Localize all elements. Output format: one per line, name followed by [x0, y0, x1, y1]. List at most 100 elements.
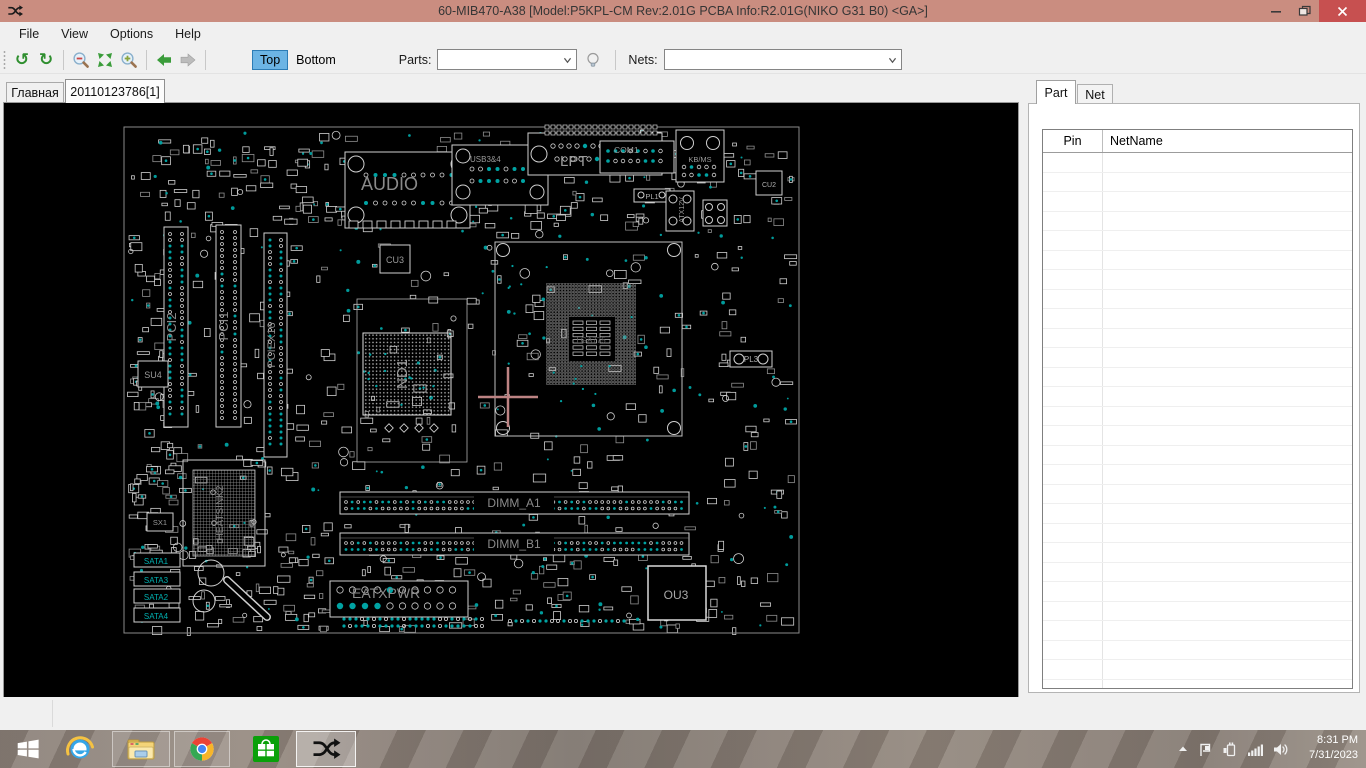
zoom-in-icon	[121, 51, 137, 68]
restore-button[interactable]	[1290, 0, 1319, 22]
clock-date: 7/31/2023	[1309, 749, 1358, 761]
board-label: PL3	[744, 355, 759, 364]
board-label: SX1	[153, 518, 167, 527]
table-row	[1043, 289, 1352, 309]
nav-forward-button[interactable]	[176, 48, 200, 72]
board-label: SU4	[144, 370, 162, 380]
tab-net[interactable]: Net	[1077, 84, 1113, 104]
table-row	[1043, 309, 1352, 329]
table-row	[1043, 543, 1352, 563]
file-explorer-button[interactable]	[112, 731, 170, 767]
parts-combobox[interactable]	[437, 49, 578, 70]
chevron-down-icon	[888, 57, 896, 64]
clock-time: 8:31 PM	[1317, 734, 1358, 746]
table-row	[1043, 660, 1352, 680]
board-label: USB3&4	[470, 155, 501, 164]
back-arrow-icon	[157, 53, 171, 66]
nets-combobox[interactable]	[663, 49, 902, 70]
zoom-fit-icon	[98, 52, 112, 67]
table-header: Pin NetName	[1043, 130, 1352, 153]
window-title: 60-MIB470-A38 [Model:P5KPL-CM Rev:2.01G …	[438, 4, 928, 18]
tab-boardfile[interactable]: 20110123786[1]	[65, 79, 165, 103]
chevron-down-icon	[564, 57, 572, 64]
close-button[interactable]	[1319, 0, 1366, 22]
start-button[interactable]	[8, 731, 48, 767]
file-explorer-icon	[127, 739, 155, 760]
table-row	[1043, 679, 1352, 688]
network-signal-icon[interactable]	[1247, 742, 1264, 757]
power-icon[interactable]	[1222, 741, 1238, 757]
table-row	[1043, 601, 1352, 621]
menu-options[interactable]: Options	[99, 24, 164, 44]
app-shuffle-icon[interactable]	[7, 3, 23, 19]
rotate-left-icon: ↺	[14, 49, 30, 70]
chrome-icon	[190, 737, 214, 761]
rotate-left-button[interactable]: ↺	[10, 48, 34, 72]
zoom-out-icon	[73, 51, 89, 68]
board-label: SATA2	[144, 593, 169, 602]
chrome-button[interactable]	[174, 731, 230, 767]
table-row	[1043, 270, 1352, 290]
board-label: PCI2	[164, 313, 179, 342]
zoom-in-button[interactable]	[117, 48, 141, 72]
table-row	[1043, 250, 1352, 270]
minimize-button[interactable]	[1261, 0, 1290, 22]
zoom-out-button[interactable]	[69, 48, 93, 72]
column-header-pin: Pin	[1043, 130, 1103, 152]
table-row	[1043, 582, 1352, 602]
highlight-bulb-button[interactable]	[581, 48, 605, 72]
desktop: 60-MIB470-A38 [Model:P5KPL-CM Rev:2.01G …	[0, 0, 1366, 768]
board-label: DIMM_A1	[487, 496, 541, 510]
part-panel-body: Pin NetName	[1028, 103, 1360, 693]
internet-explorer-button[interactable]	[58, 731, 102, 767]
table-row	[1043, 426, 1352, 446]
nav-back-button[interactable]	[152, 48, 176, 72]
table-row	[1043, 192, 1352, 212]
table-row	[1043, 328, 1352, 348]
board-label: PCI1	[216, 312, 231, 341]
table-row	[1043, 153, 1352, 173]
board-label: PL1	[645, 192, 658, 201]
title-bar: 60-MIB470-A38 [Model:P5KPL-CM Rev:2.01G …	[0, 0, 1366, 22]
rotate-right-button[interactable]: ↻	[34, 48, 58, 72]
volume-icon[interactable]	[1273, 742, 1290, 757]
action-center-flag-icon[interactable]	[1198, 742, 1213, 757]
menu-bar: File View Options Help	[0, 22, 1366, 46]
top-side-button[interactable]: Top	[252, 49, 289, 70]
tab-home[interactable]: Главная	[6, 82, 64, 103]
tab-part[interactable]: Part	[1036, 80, 1076, 104]
menu-help[interactable]: Help	[164, 24, 212, 44]
side-panel: Part Net Pin NetName	[1022, 74, 1366, 697]
menu-view[interactable]: View	[50, 24, 99, 44]
table-row	[1043, 348, 1352, 368]
column-header-netname: NetName	[1110, 134, 1163, 148]
table-row	[1043, 367, 1352, 387]
bulb-icon	[587, 52, 600, 67]
windows-store-button[interactable]	[246, 731, 286, 767]
bottom-side-button[interactable]: Bottom	[288, 50, 344, 70]
windows-store-icon	[253, 736, 279, 762]
board-canvas[interactable]: AUDIO USB3&4 LPT COM1 KB/MS CU2 PL1 ATX12V PCI2 P…	[3, 102, 1019, 698]
pin-net-table: Pin NetName	[1042, 129, 1353, 689]
status-divider	[52, 700, 53, 727]
parts-label: Parts:	[398, 52, 432, 67]
board-label: PCIEX16	[266, 322, 278, 367]
table-row	[1043, 172, 1352, 192]
table-body	[1043, 153, 1352, 688]
table-row	[1043, 465, 1352, 485]
board-label: COM1	[614, 145, 639, 155]
document-tab-strip: Главная 20110123786[1]	[0, 74, 1018, 103]
taskbar-clock[interactable]: 8:31 PM 7/31/2023	[1294, 733, 1358, 763]
internet-explorer-icon	[66, 736, 94, 759]
taskbar: 8:31 PM 7/31/2023	[0, 730, 1366, 768]
close-icon	[1337, 6, 1348, 16]
board-label: LGA775	[576, 336, 606, 345]
zoom-fit-button[interactable]	[93, 48, 117, 72]
menu-file[interactable]: File	[8, 24, 50, 44]
boardviewer-taskbar-button[interactable]	[296, 731, 356, 767]
restore-icon	[1298, 5, 1311, 16]
nets-label: Nets:	[628, 52, 658, 67]
board-label: DIMM_B1	[487, 537, 541, 551]
tray-expand-icon[interactable]	[1177, 743, 1189, 755]
board-label: ATX12V	[679, 197, 686, 223]
